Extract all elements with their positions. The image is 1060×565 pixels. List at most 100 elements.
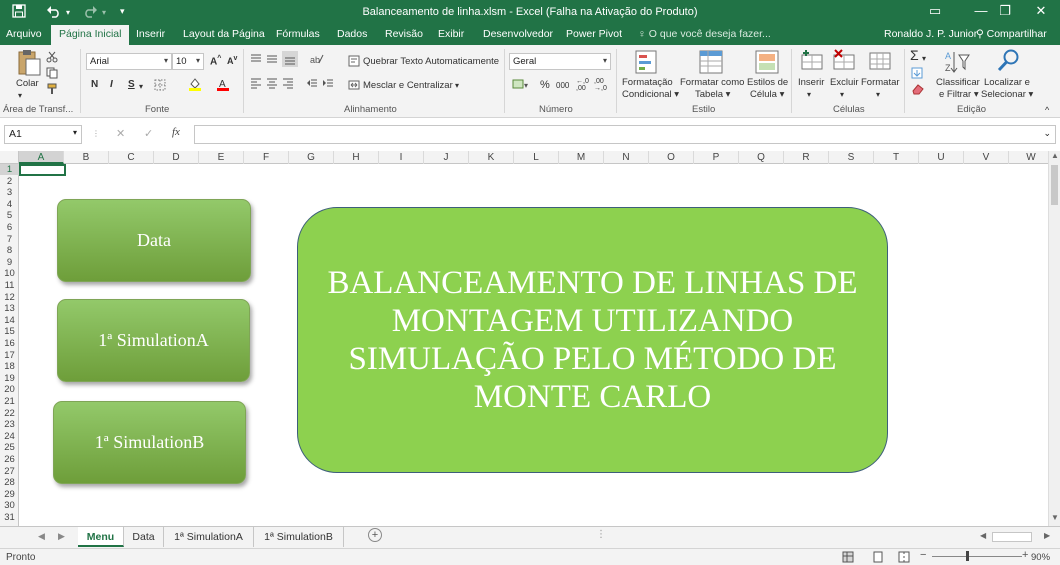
- column-header-b[interactable]: B: [64, 151, 109, 164]
- row-header-9[interactable]: 9: [0, 257, 19, 268]
- normal-view-icon[interactable]: [842, 551, 854, 565]
- tab-desenvolvedor[interactable]: Desenvolvedor: [483, 28, 553, 40]
- page-layout-view-icon[interactable]: [872, 551, 884, 565]
- row-header-10[interactable]: 10: [0, 268, 19, 279]
- active-cell-a1[interactable]: [19, 164, 66, 176]
- insert-function-icon[interactable]: fx: [172, 126, 180, 138]
- tab-formulas[interactable]: Fórmulas: [276, 28, 320, 40]
- accounting-format-icon[interactable]: ▾: [512, 78, 530, 93]
- row-header-31[interactable]: 31: [0, 512, 19, 523]
- fill-color-icon[interactable]: [188, 77, 202, 94]
- column-header-f[interactable]: F: [244, 151, 289, 164]
- page-break-view-icon[interactable]: [898, 551, 910, 565]
- column-header-c[interactable]: C: [109, 151, 154, 164]
- formula-input[interactable]: ⌄: [194, 125, 1056, 144]
- row-header-24[interactable]: 24: [0, 431, 19, 442]
- paste-label[interactable]: Colar: [16, 78, 39, 90]
- bold-button[interactable]: N: [91, 79, 98, 90]
- row-header-25[interactable]: 25: [0, 442, 19, 453]
- row-header-19[interactable]: 19: [0, 373, 19, 384]
- row-header-15[interactable]: 15: [0, 326, 19, 337]
- format-dropdown-icon[interactable]: ▾: [876, 89, 880, 101]
- comma-style-icon[interactable]: 000: [556, 80, 569, 92]
- share-button[interactable]: ⚲ Compartilhar: [976, 28, 1047, 40]
- row-header-28[interactable]: 28: [0, 477, 19, 488]
- add-sheet-button[interactable]: +: [368, 528, 382, 542]
- format-painter-icon[interactable]: [46, 83, 58, 98]
- horizontal-scroll-thumb[interactable]: [992, 532, 1032, 542]
- row-header-5[interactable]: 5: [0, 210, 19, 221]
- borders-icon[interactable]: [154, 79, 166, 94]
- tab-split-handle-icon[interactable]: ⋮: [596, 529, 606, 540]
- row-header-26[interactable]: 26: [0, 454, 19, 465]
- decrease-indent-icon[interactable]: [306, 77, 318, 92]
- expand-formula-bar-icon[interactable]: ⌄: [1043, 128, 1051, 139]
- fill-icon[interactable]: [911, 67, 923, 82]
- tab-layout-da-pagina[interactable]: Layout da Página: [183, 28, 265, 40]
- scroll-thumb[interactable]: [1051, 165, 1058, 205]
- autosum-icon[interactable]: Σ: [910, 48, 919, 62]
- underline-button[interactable]: S: [128, 79, 135, 90]
- tab-inserir[interactable]: Inserir: [136, 28, 165, 40]
- column-header-k[interactable]: K: [469, 151, 514, 164]
- zoom-slider-thumb[interactable]: [966, 551, 969, 561]
- insert-dropdown-icon[interactable]: ▾: [807, 89, 811, 101]
- align-top-icon[interactable]: [250, 53, 262, 68]
- row-header-30[interactable]: 30: [0, 500, 19, 511]
- column-header-g[interactable]: G: [289, 151, 334, 164]
- title-shape[interactable]: BALANCEAMENTO DE LINHAS DE MONTAGEM UTIL…: [297, 207, 888, 473]
- column-header-p[interactable]: P: [694, 151, 739, 164]
- row-header-11[interactable]: 11: [0, 280, 19, 291]
- scroll-right-icon[interactable]: ▶: [1044, 531, 1050, 540]
- next-sheet-icon[interactable]: ▶: [58, 531, 65, 542]
- column-header-q[interactable]: Q: [739, 151, 784, 164]
- zoom-in-icon[interactable]: +: [1022, 549, 1028, 561]
- data-button-shape[interactable]: Data: [57, 199, 251, 282]
- tab-revisao[interactable]: Revisão: [385, 28, 423, 40]
- ribbon-display-options-icon[interactable]: ▭: [912, 3, 958, 19]
- row-header-29[interactable]: 29: [0, 489, 19, 500]
- wrap-text-button[interactable]: Quebrar Texto Automaticamente: [363, 56, 499, 68]
- column-header-h[interactable]: H: [334, 151, 379, 164]
- conditional-formatting-label2[interactable]: Condicional ▾: [622, 89, 679, 101]
- tab-dados[interactable]: Dados: [337, 28, 367, 40]
- column-header-i[interactable]: I: [379, 151, 424, 164]
- column-header-d[interactable]: D: [154, 151, 199, 164]
- align-left-icon[interactable]: [250, 77, 262, 92]
- row-header-22[interactable]: 22: [0, 408, 19, 419]
- column-header-s[interactable]: S: [829, 151, 874, 164]
- font-color-icon[interactable]: A: [216, 77, 230, 94]
- zoom-level[interactable]: 90%: [1031, 552, 1050, 563]
- number-format-select[interactable]: Geral ▾: [509, 53, 611, 70]
- tab-pagina-inicial[interactable]: Página Inicial: [51, 25, 130, 45]
- enter-icon[interactable]: ✓: [144, 127, 153, 140]
- column-header-v[interactable]: V: [964, 151, 1009, 164]
- autosum-dropdown-icon[interactable]: ▾: [922, 53, 926, 65]
- grow-font-button[interactable]: A^: [210, 55, 221, 67]
- orientation-icon[interactable]: ab: [310, 53, 324, 68]
- tell-me-search[interactable]: ♀ O que você deseja fazer...: [638, 28, 771, 40]
- column-header-l[interactable]: L: [514, 151, 559, 164]
- sort-filter-button[interactable]: Classificar: [936, 77, 980, 89]
- scroll-left-icon[interactable]: ◀: [980, 531, 986, 540]
- delete-cells-button[interactable]: Excluir: [830, 77, 859, 89]
- column-header-j[interactable]: J: [424, 151, 469, 164]
- conditional-formatting-button[interactable]: Formatação: [622, 77, 673, 89]
- clear-eraser-icon[interactable]: [911, 83, 925, 98]
- sheet-tab-simulation-b[interactable]: 1ª SimulationB: [254, 527, 344, 547]
- column-header-e[interactable]: E: [199, 151, 244, 164]
- paste-icon[interactable]: [16, 49, 42, 80]
- sort-filter-label2[interactable]: e Filtrar ▾: [939, 89, 979, 101]
- sheet-tab-data[interactable]: Data: [124, 527, 164, 547]
- column-header-t[interactable]: T: [874, 151, 919, 164]
- row-header-4[interactable]: 4: [0, 199, 19, 210]
- row-header-21[interactable]: 21: [0, 396, 19, 407]
- row-header-14[interactable]: 14: [0, 315, 19, 326]
- row-header-1[interactable]: 1: [0, 164, 19, 176]
- column-header-r[interactable]: R: [784, 151, 829, 164]
- align-middle-icon[interactable]: [266, 53, 278, 68]
- merge-dropdown-icon[interactable]: ▾: [455, 80, 459, 92]
- row-header-12[interactable]: 12: [0, 292, 19, 303]
- insert-cells-button[interactable]: Inserir: [798, 77, 824, 89]
- cell-styles-button[interactable]: Estilos de: [747, 77, 788, 89]
